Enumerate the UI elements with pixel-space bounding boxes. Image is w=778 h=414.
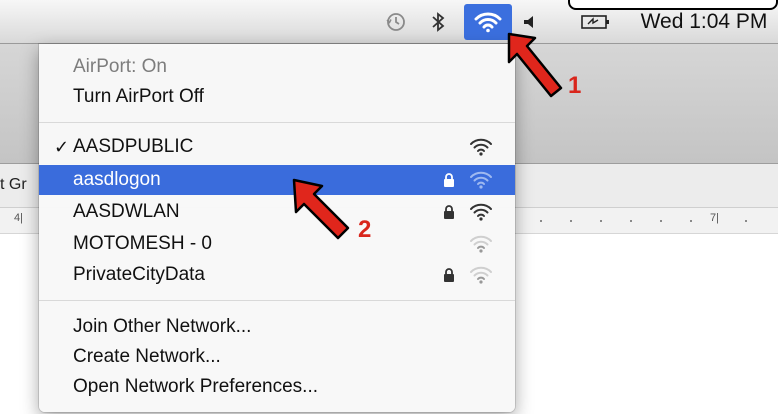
ruler-tick	[600, 220, 602, 222]
ruler-number: 7|	[710, 212, 719, 224]
annotation-label-1: 1	[568, 72, 582, 99]
lock-icon	[444, 205, 454, 219]
wifi-signal-icon	[470, 138, 492, 156]
toolbar-label: t Gr	[0, 176, 27, 193]
bluetooth-icon[interactable]	[424, 0, 452, 44]
network-name: AASDPUBLIC	[73, 136, 194, 157]
annotation-arrow-1	[507, 32, 563, 98]
network-item-selected[interactable]: aasdlogon	[39, 165, 515, 195]
menu-separator	[39, 122, 515, 123]
open-network-preferences-item[interactable]: Open Network Preferences...	[39, 372, 515, 402]
turn-airport-off-item[interactable]: Turn AirPort Off	[39, 82, 515, 112]
wifi-signal-icon	[470, 171, 492, 189]
network-name: MOTOMESH - 0	[73, 233, 212, 254]
ruler-tick	[570, 220, 572, 222]
network-name: AASDWLAN	[73, 201, 180, 222]
airport-menu: AirPort: On Turn AirPort Off ✓ AASDPUBLI…	[39, 44, 515, 412]
ruler-tick	[540, 220, 542, 222]
lock-icon	[444, 268, 454, 282]
wifi-signal-icon	[470, 203, 492, 221]
menubar-clock[interactable]: Wed 1:04 PM	[630, 0, 778, 44]
menu-item-label: Open Network Preferences...	[73, 376, 318, 397]
network-name: aasdlogon	[73, 169, 161, 190]
menu-separator	[39, 300, 515, 301]
network-item[interactable]: AASDWLAN	[39, 197, 515, 227]
menu-bar: Wed 1:04 PM	[0, 0, 778, 44]
menu-item-label: Join Other Network...	[73, 316, 252, 337]
create-network-item[interactable]: Create Network...	[39, 342, 515, 372]
ruler-tick	[690, 220, 692, 222]
ruler-number: 4|	[14, 212, 23, 224]
network-item[interactable]: ✓ AASDPUBLIC	[39, 132, 515, 162]
ruler-tick	[745, 220, 747, 222]
wifi-signal-icon	[470, 266, 492, 284]
join-other-network-item[interactable]: Join Other Network...	[39, 312, 515, 342]
network-item[interactable]: MOTOMESH - 0	[39, 229, 515, 259]
time-machine-icon[interactable]	[380, 0, 412, 44]
menu-item-label: Create Network...	[73, 346, 221, 367]
network-item[interactable]: PrivateCityData	[39, 260, 515, 290]
checkmark-icon: ✓	[54, 136, 70, 157]
battery-icon[interactable]	[576, 0, 616, 44]
turn-airport-off-label: Turn AirPort Off	[73, 86, 204, 107]
annotation-label-2: 2	[358, 216, 372, 243]
lock-icon	[444, 173, 454, 187]
ruler-tick	[630, 220, 632, 222]
airport-status-label: AirPort: On	[73, 56, 167, 77]
airport-status: AirPort: On	[39, 52, 515, 82]
ruler-tick	[660, 220, 662, 222]
network-name: PrivateCityData	[73, 264, 205, 285]
annotation-arrow-2	[292, 178, 350, 240]
wifi-signal-icon	[470, 235, 492, 253]
